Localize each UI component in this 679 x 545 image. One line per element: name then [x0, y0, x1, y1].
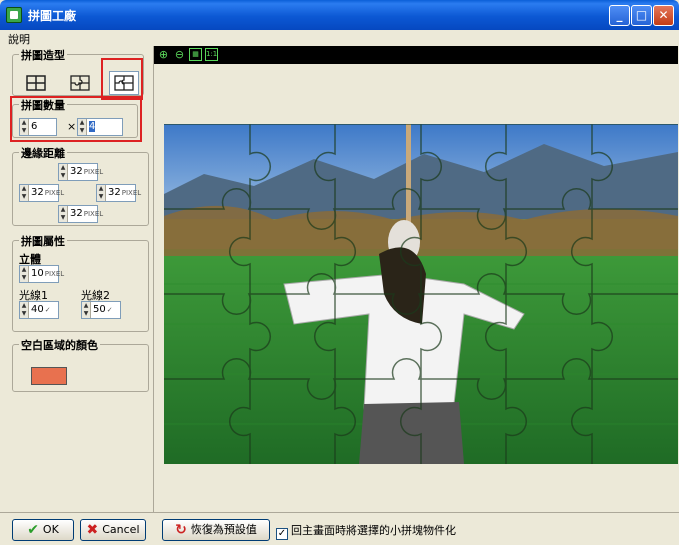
ok-button[interactable]: ✔ OK: [12, 519, 74, 541]
light1-spinner[interactable]: ▲ ▼ 40✓: [19, 301, 59, 319]
background-color-swatch[interactable]: [31, 367, 67, 385]
light2-spinner[interactable]: ▲ ▼ 50✓: [81, 301, 121, 319]
zoom-out-icon[interactable]: ⊖: [173, 48, 186, 61]
window-title: 拼圖工廠: [28, 9, 77, 23]
app-icon: [6, 7, 22, 23]
title-bar: 拼圖工廠 _ □ ✕: [0, 0, 679, 30]
spinner-arrows-icon[interactable]: ▲ ▼: [59, 206, 68, 222]
count-highlight-box: [10, 96, 142, 142]
spinner-arrows-icon[interactable]: ▲ ▼: [59, 164, 68, 180]
margin-bottom-spinner[interactable]: ▲ ▼ 32PIXEL: [58, 205, 103, 223]
check-icon: ✔: [27, 522, 39, 538]
scarecrow-pants: [359, 402, 464, 464]
reset-icon: ↻: [175, 522, 187, 538]
puzzle-shape-icon: [70, 75, 90, 91]
fit-icon[interactable]: ▦: [189, 48, 202, 61]
depth-spinner[interactable]: ▲ ▼ 10PIXEL: [19, 265, 64, 283]
menu-help[interactable]: 說明: [8, 31, 30, 47]
puzzle-photo: [164, 124, 678, 464]
margin-right-spinner[interactable]: ▲ ▼ 32PIXEL: [96, 184, 141, 202]
control-panel: 拼圖造型 拼圖數量 ▲ ▼ 6 × ▲ ▼ 4 邊緣距離 ▲ ▼ 32PIXEL ▲ ▼ 32P…: [6, 46, 149, 512]
spinner-arrows-icon[interactable]: ▲ ▼: [82, 302, 91, 318]
cancel-button[interactable]: ✖ Cancel: [80, 519, 146, 541]
margin-left-spinner[interactable]: ▲ ▼ 32PIXEL: [19, 184, 64, 202]
objectify-checkbox-label: 回主畫面時將選擇的小拼塊物件化: [291, 524, 456, 537]
menu-bar: 說明: [0, 30, 679, 46]
spinner-arrows-icon[interactable]: ▲ ▼: [20, 266, 29, 282]
spinner-arrows-icon[interactable]: ▲ ▼: [20, 302, 29, 318]
attribute-group-label: 拼圖屬性: [19, 233, 67, 249]
spinner-arrows-icon[interactable]: ▲ ▼: [20, 185, 29, 201]
objectify-checkbox-row[interactable]: ✓ 回主畫面時將選擇的小拼塊物件化: [276, 522, 456, 540]
background-color-label: 空白區域的顏色: [19, 337, 100, 353]
minimize-button[interactable]: _: [609, 5, 630, 26]
attribute-group: 拼圖屬性 立體 ▲ ▼ 10PIXEL 光線1 光線2 ▲ ▼ 40✓ ▲ ▼ 50✓: [12, 233, 149, 332]
margin-group: 邊緣距離 ▲ ▼ 32PIXEL ▲ ▼ 32PIXEL ▲ ▼ 32PIXEL ▲ ▼ 32P…: [12, 145, 149, 226]
close-button[interactable]: ✕: [653, 5, 674, 26]
margin-group-label: 邊緣距離: [19, 145, 67, 161]
shape-group-label: 拼圖造型: [19, 47, 67, 63]
actual-size-icon[interactable]: 1:1: [205, 48, 218, 61]
shape-highlight-box: [101, 58, 143, 100]
reset-defaults-button[interactable]: ↻ 恢復為預設值: [162, 519, 270, 541]
puzzle-preview-image: [164, 124, 678, 464]
bottom-bar: ✔ OK ✖ Cancel ↻ 恢復為預設值 ✓ 回主畫面時將選擇的小拼塊物件化: [0, 512, 679, 545]
background-color-group: 空白區域的顏色: [12, 337, 149, 392]
zoom-in-icon[interactable]: ⊕: [157, 48, 170, 61]
objectify-checkbox[interactable]: ✓: [276, 528, 288, 540]
spinner-arrows-icon[interactable]: ▲ ▼: [97, 185, 106, 201]
preview-area: ⊕ ⊖ ▦ 1:1: [153, 46, 678, 512]
viewer-toolbar: ⊕ ⊖ ▦ 1:1: [154, 46, 678, 64]
puzzle-shape-button[interactable]: [65, 71, 95, 95]
cancel-icon: ✖: [86, 522, 99, 538]
margin-top-spinner[interactable]: ▲ ▼ 32PIXEL: [58, 163, 103, 181]
maximize-button[interactable]: □: [631, 5, 652, 26]
grid-shape-icon: [26, 75, 46, 91]
grid-shape-button[interactable]: [21, 71, 51, 95]
